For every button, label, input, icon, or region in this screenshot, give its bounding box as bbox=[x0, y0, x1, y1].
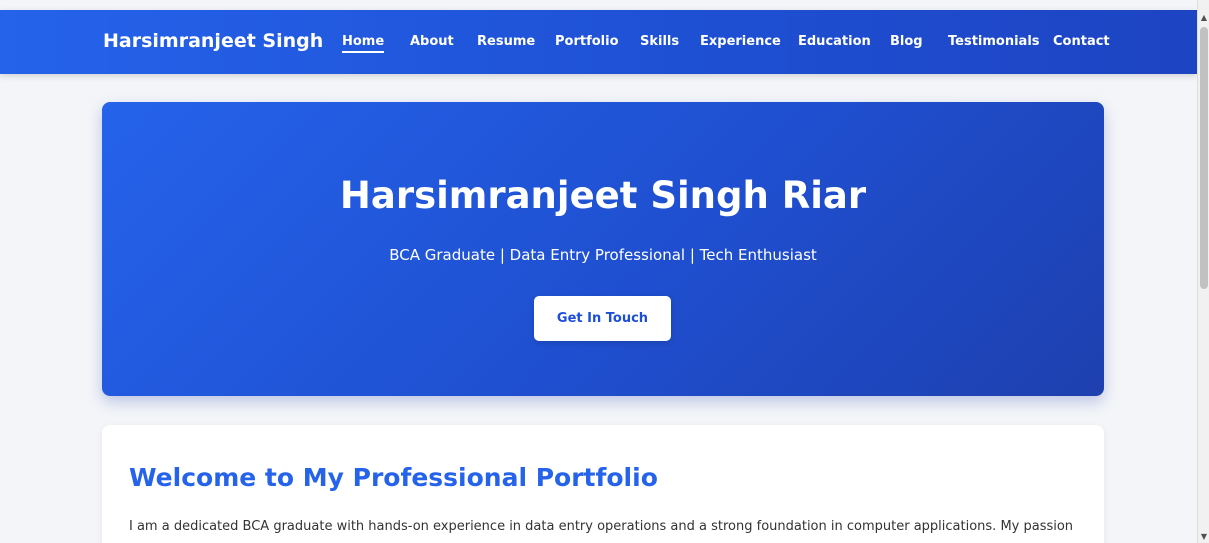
welcome-card: Welcome to My Professional Portfolio I a… bbox=[102, 425, 1104, 543]
nav-link-skills[interactable]: Skills bbox=[640, 34, 679, 49]
nav-link-contact[interactable]: Contact bbox=[1053, 34, 1110, 49]
nav-link-resume[interactable]: Resume bbox=[477, 34, 535, 49]
brand-logo-text[interactable]: Harsimranjeet Singh bbox=[103, 30, 323, 52]
hero-subtitle: BCA Graduate | Data Entry Professional |… bbox=[389, 246, 817, 264]
scroll-up-arrow-icon[interactable]: ▲ bbox=[1198, 12, 1209, 24]
nav-link-portfolio[interactable]: Portfolio bbox=[555, 34, 619, 49]
welcome-title: Welcome to My Professional Portfolio bbox=[129, 463, 658, 492]
nav-link-testimonials[interactable]: Testimonials bbox=[948, 34, 1040, 49]
hero-banner: Harsimranjeet Singh Riar BCA Graduate | … bbox=[102, 102, 1104, 396]
nav-link-home[interactable]: Home bbox=[342, 34, 385, 53]
page-top-strip bbox=[0, 0, 1197, 10]
nav-link-blog[interactable]: Blog bbox=[890, 34, 923, 49]
scrollbar-thumb[interactable] bbox=[1200, 27, 1208, 289]
nav-link-experience[interactable]: Experience bbox=[700, 34, 781, 49]
nav-link-education[interactable]: Education bbox=[798, 34, 871, 49]
get-in-touch-button[interactable]: Get In Touch bbox=[534, 296, 671, 341]
nav-link-about[interactable]: About bbox=[410, 34, 454, 49]
hero-title: Harsimranjeet Singh Riar bbox=[339, 174, 867, 217]
navbar: Harsimranjeet Singh Home About Resume Po… bbox=[0, 10, 1197, 74]
scroll-down-arrow-icon[interactable]: ▼ bbox=[1198, 531, 1209, 543]
welcome-text: I am a dedicated BCA graduate with hands… bbox=[129, 519, 1074, 534]
vertical-scrollbar[interactable]: ▲ ▼ bbox=[1197, 0, 1209, 543]
